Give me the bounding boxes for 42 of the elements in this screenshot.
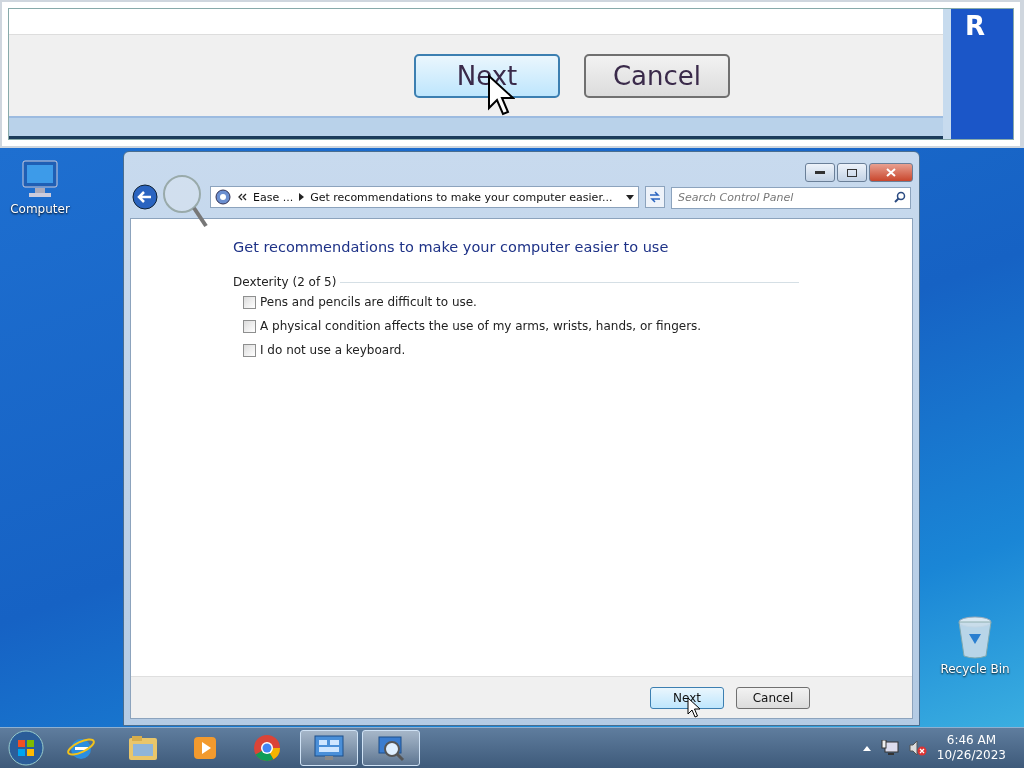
cut-off-text: R xyxy=(965,11,986,41)
page-heading: Get recommendations to make your computer easier to use xyxy=(233,239,670,255)
search-icon xyxy=(894,191,906,203)
checkbox[interactable] xyxy=(243,343,256,357)
close-icon xyxy=(886,168,896,177)
search-field[interactable]: Search Control Panel xyxy=(671,186,911,209)
magnifying-glass-icon xyxy=(162,174,208,228)
refresh-button[interactable] xyxy=(645,186,665,208)
dropdown-arrow-icon[interactable] xyxy=(626,194,634,200)
checkbox-label[interactable]: I do not use a keyboard. xyxy=(260,343,406,357)
maximize-icon xyxy=(847,168,857,177)
network-icon[interactable] xyxy=(880,740,899,756)
clock[interactable]: 6:46 AM 10/26/2023 xyxy=(936,733,1006,763)
checkbox[interactable] xyxy=(243,319,256,333)
minimize-icon xyxy=(815,171,825,174)
close-button[interactable] xyxy=(869,163,913,182)
folder-icon xyxy=(127,734,159,762)
show-hidden-icons-icon[interactable] xyxy=(862,745,871,751)
cancel-button[interactable]: Cancel xyxy=(736,686,810,709)
start-button[interactable] xyxy=(7,729,45,767)
breadcrumb-item[interactable]: Get recommendations to make your computer easier... xyxy=(310,190,613,204)
back-button[interactable] xyxy=(132,184,158,210)
taskbar-app-button[interactable] xyxy=(300,730,358,766)
checkbox-label[interactable]: Pens and pencils are difficult to use. xyxy=(260,295,477,309)
magnifier-icon xyxy=(376,733,406,763)
cancel-button[interactable]: Cancel xyxy=(584,53,730,98)
checkbox[interactable] xyxy=(243,295,256,309)
group-title: Dexterity (2 of 5) xyxy=(233,275,337,289)
double-chevron-icon xyxy=(237,193,247,201)
recycle-bin-icon xyxy=(955,614,995,660)
address-bar[interactable]: Ease ... Get recommendations to make your computer easier... xyxy=(210,186,639,208)
breadcrumb-item[interactable]: Ease ... xyxy=(253,190,294,204)
chrome-icon xyxy=(252,733,282,763)
desktop-icon-label[interactable]: Computer xyxy=(10,202,70,216)
refresh-icon xyxy=(648,190,662,204)
maximize-button[interactable] xyxy=(837,163,867,182)
breadcrumb-arrow-icon xyxy=(299,193,305,201)
minimize-button[interactable] xyxy=(805,163,835,182)
checkbox-label[interactable]: A physical condition affects the use of my arms, wrists, hands, or fingers. xyxy=(260,319,702,333)
play-icon xyxy=(191,734,219,762)
taskbar-app-button[interactable] xyxy=(362,730,420,766)
muted-speaker-icon[interactable] xyxy=(908,740,927,756)
